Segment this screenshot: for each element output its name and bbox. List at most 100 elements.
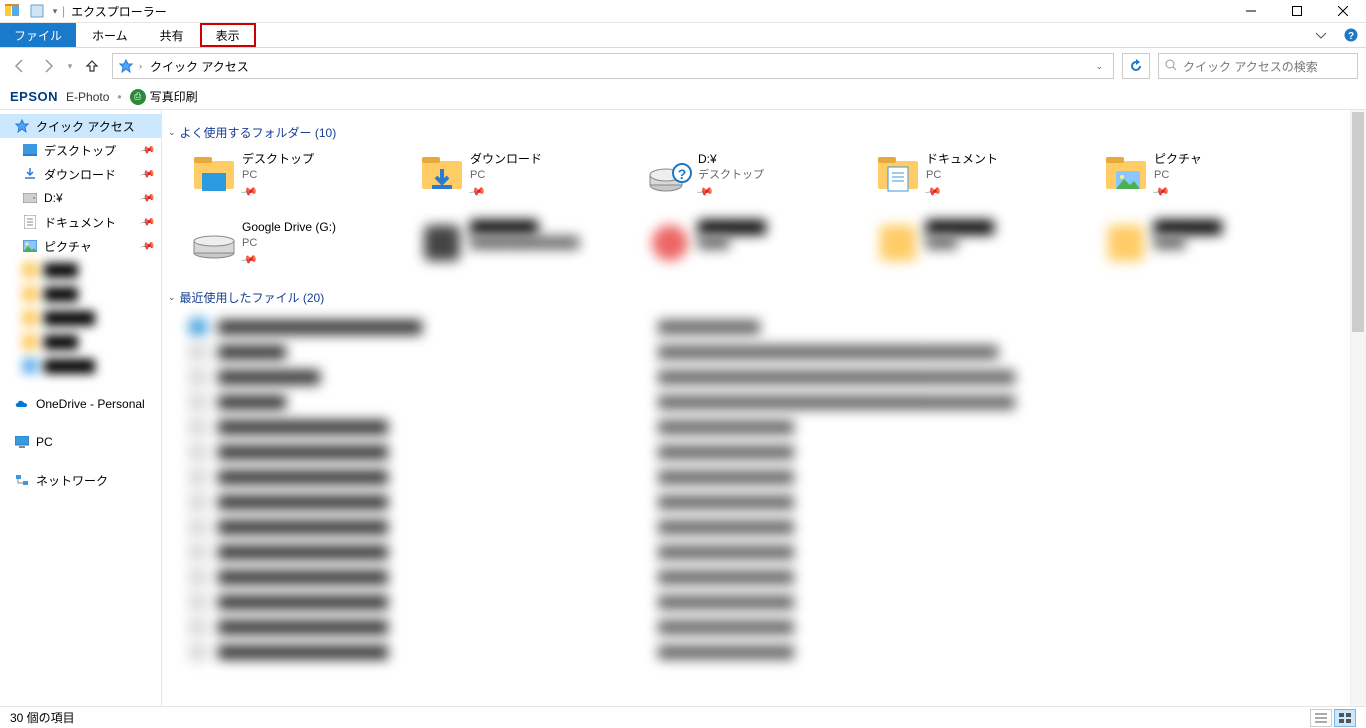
help-button[interactable]: ? bbox=[1336, 23, 1366, 47]
sidebar-item-label: クイック アクセス bbox=[36, 118, 135, 135]
up-button[interactable] bbox=[80, 54, 104, 78]
window-title: エクスプローラー bbox=[71, 3, 167, 20]
sidebar-item-label: ドキュメント bbox=[44, 214, 116, 231]
folder-blurred[interactable]: ██████████████████████ bbox=[416, 217, 644, 283]
epson-logo: EPSON bbox=[10, 89, 58, 104]
onedrive-icon bbox=[14, 396, 30, 412]
list-item[interactable]: ████████████████████████████████████ bbox=[188, 539, 1356, 564]
download-icon bbox=[22, 166, 38, 182]
desktop-icon bbox=[22, 142, 38, 158]
view-details-button[interactable] bbox=[1310, 709, 1332, 727]
folder-blurred[interactable]: ████████████ bbox=[872, 217, 1100, 283]
group-header-label: 最近使用したファイル (20) bbox=[180, 289, 325, 306]
folder-blurred[interactable]: ████████████ bbox=[1100, 217, 1328, 283]
folder-blurred[interactable]: ████████████ bbox=[644, 217, 872, 283]
chevron-right-icon[interactable]: › bbox=[137, 61, 144, 71]
sidebar-quick-access[interactable]: クイック アクセス bbox=[0, 114, 161, 138]
pin-icon: 📌 bbox=[1151, 183, 1171, 203]
list-item[interactable]: ████████████████████████████████████████… bbox=[188, 389, 1356, 414]
sidebar-item-d-drive[interactable]: D:¥ 📌 bbox=[0, 186, 161, 210]
app-icon bbox=[4, 3, 20, 19]
file-tab[interactable]: ファイル bbox=[0, 23, 76, 47]
sidebar-item-downloads[interactable]: ダウンロード 📌 bbox=[0, 162, 161, 186]
sidebar-pc[interactable]: PC bbox=[0, 430, 161, 454]
list-item[interactable]: ████████████████████████████████████ bbox=[188, 464, 1356, 489]
recent-dropdown-icon[interactable]: ▾ bbox=[64, 54, 76, 78]
drive-large-icon bbox=[190, 219, 238, 267]
group-header-label: よく使用するフォルダー (10) bbox=[180, 124, 337, 141]
sidebar-item-pictures[interactable]: ピクチャ 📌 bbox=[0, 234, 161, 258]
sidebar-item-desktop[interactable]: デスクトップ 📌 bbox=[0, 138, 161, 162]
sidebar-item-label: ピクチャ bbox=[44, 238, 92, 255]
forward-button[interactable] bbox=[36, 54, 60, 78]
address-bar[interactable]: › クイック アクセス ⌄ bbox=[112, 53, 1114, 79]
list-item[interactable]: ████████████████████████████████████ bbox=[188, 314, 1356, 339]
ribbon-expand-icon[interactable] bbox=[1306, 23, 1336, 47]
qat-properties-icon[interactable] bbox=[26, 1, 48, 21]
folder-desktop[interactable]: デスクトップPC📌 bbox=[188, 149, 416, 215]
star-icon bbox=[14, 118, 30, 134]
list-item[interactable]: ████████████████████████████████████████… bbox=[188, 364, 1356, 389]
close-button[interactable] bbox=[1320, 0, 1366, 23]
list-item[interactable]: ████████████████████████████████████ bbox=[188, 614, 1356, 639]
folder-pictures[interactable]: ピクチャPC📌 bbox=[1100, 149, 1328, 215]
view-large-icons-button[interactable] bbox=[1334, 709, 1356, 727]
search-icon bbox=[1165, 59, 1177, 74]
sidebar-onedrive[interactable]: OneDrive - Personal bbox=[0, 392, 161, 416]
print-icon: ⎙ bbox=[130, 89, 146, 105]
folder-name: ダウンロード bbox=[470, 151, 542, 168]
list-item[interactable]: ████████████████████████████████████ bbox=[188, 489, 1356, 514]
minimize-button[interactable] bbox=[1228, 0, 1274, 23]
folder-d-drive[interactable]: ? D:¥デスクトップ📌 bbox=[644, 149, 872, 215]
address-dropdown-icon[interactable]: ⌄ bbox=[1089, 61, 1109, 72]
sidebar-item-label: OneDrive - Personal bbox=[36, 397, 145, 411]
pictures-icon bbox=[22, 238, 38, 254]
content-pane: ⌄ よく使用するフォルダー (10) デスクトップPC📌 ダウンロードPC📌 ?… bbox=[162, 110, 1366, 706]
pin-icon: 📌 bbox=[695, 183, 715, 203]
folder-name: Google Drive (G:) bbox=[242, 219, 336, 236]
list-item[interactable]: ████████████████████████████████████ bbox=[188, 439, 1356, 464]
list-item[interactable]: ████████████████████████████████████ bbox=[188, 414, 1356, 439]
pin-icon: 📌 bbox=[139, 142, 156, 158]
sidebar-item-label: デスクトップ bbox=[44, 142, 116, 159]
sidebar-network[interactable]: ネットワーク bbox=[0, 468, 161, 492]
documents-folder-icon bbox=[874, 151, 922, 199]
folder-name: デスクトップ bbox=[242, 151, 314, 168]
qat-dropdown-icon[interactable]: ▾ bbox=[50, 6, 60, 17]
pin-icon: 📌 bbox=[923, 183, 943, 203]
folder-documents[interactable]: ドキュメントPC📌 bbox=[872, 149, 1100, 215]
folder-name: ピクチャ bbox=[1154, 151, 1202, 168]
epson-print-label: 写真印刷 bbox=[150, 88, 198, 105]
status-item-count: 30 個の項目 bbox=[10, 709, 75, 726]
desktop-folder-icon bbox=[190, 151, 238, 199]
breadcrumb[interactable]: クイック アクセス bbox=[144, 58, 255, 75]
folder-location: PC bbox=[926, 168, 998, 183]
sidebar-item-label: D:¥ bbox=[44, 191, 63, 205]
maximize-button[interactable] bbox=[1274, 0, 1320, 23]
share-tab[interactable]: 共有 bbox=[144, 23, 200, 47]
quick-access-toolbar: ▾ bbox=[24, 1, 62, 21]
home-tab[interactable]: ホーム bbox=[76, 23, 144, 47]
list-item[interactable]: ████████████████████████████████████ bbox=[188, 639, 1356, 664]
list-item[interactable]: ████████████████████████████████████████… bbox=[188, 339, 1356, 364]
chevron-down-icon: ⌄ bbox=[168, 127, 176, 138]
sidebar-item-documents[interactable]: ドキュメント 📌 bbox=[0, 210, 161, 234]
list-item[interactable]: ████████████████████████████████████ bbox=[188, 564, 1356, 589]
list-item[interactable]: ████████████████████████████████████ bbox=[188, 514, 1356, 539]
back-button[interactable] bbox=[8, 54, 32, 78]
group-header-recent[interactable]: ⌄ 最近使用したファイル (20) bbox=[166, 283, 1356, 314]
epson-toolbar: EPSON E-Photo • ⎙ 写真印刷 bbox=[0, 84, 1366, 110]
download-folder-icon bbox=[418, 151, 466, 199]
pin-icon: 📌 bbox=[139, 238, 156, 254]
epson-print-button[interactable]: ⎙ 写真印刷 bbox=[130, 88, 198, 105]
folder-downloads[interactable]: ダウンロードPC📌 bbox=[416, 149, 644, 215]
group-header-frequent[interactable]: ⌄ よく使用するフォルダー (10) bbox=[166, 118, 1356, 149]
pin-icon: 📌 bbox=[139, 166, 156, 182]
folder-name: D:¥ bbox=[698, 151, 764, 168]
view-tab[interactable]: 表示 bbox=[200, 23, 256, 47]
list-item[interactable]: ████████████████████████████████████ bbox=[188, 589, 1356, 614]
refresh-button[interactable] bbox=[1122, 53, 1150, 79]
folder-google-drive[interactable]: Google Drive (G:)PC📌 bbox=[188, 217, 416, 283]
search-input[interactable]: クイック アクセスの検索 bbox=[1158, 53, 1358, 79]
ribbon-tabs: ファイル ホーム 共有 表示 ? bbox=[0, 23, 1366, 48]
